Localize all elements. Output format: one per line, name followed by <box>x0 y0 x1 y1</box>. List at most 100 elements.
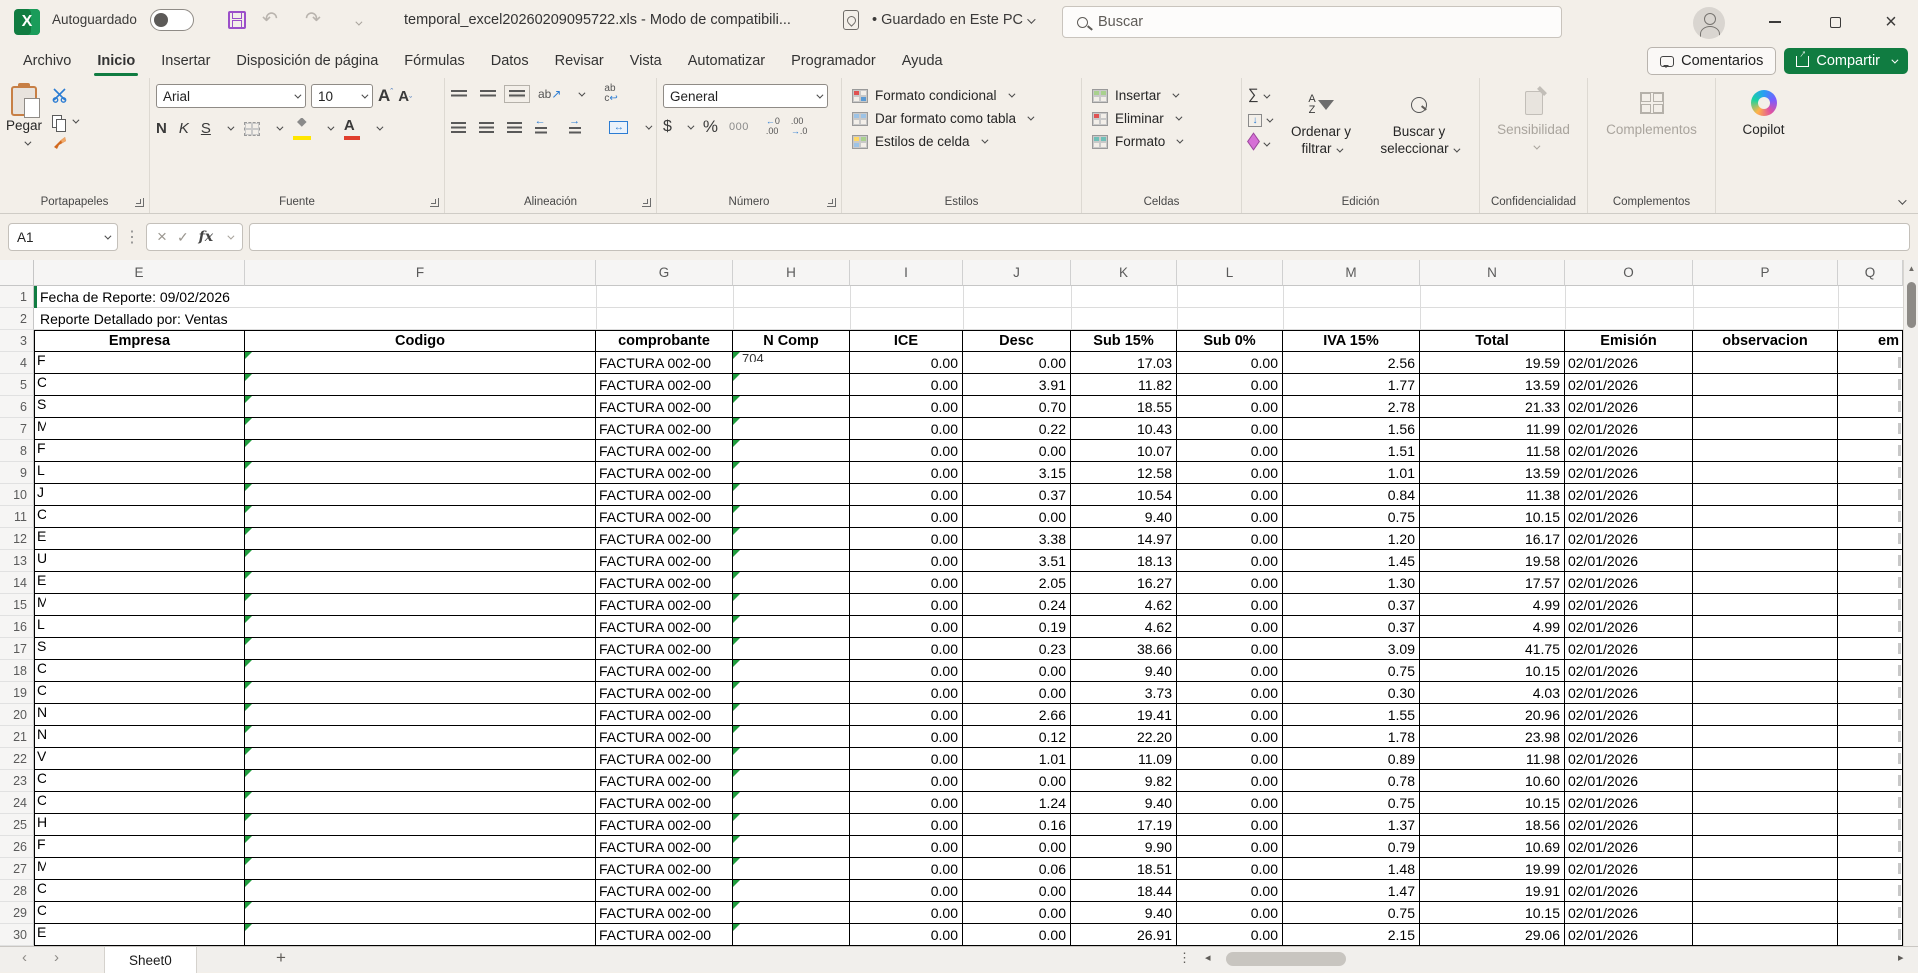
sensitivity-button[interactable]: Sensibilidad <box>1486 84 1581 155</box>
comprobante-cell[interactable]: FACTURA 002-00 <box>596 836 733 858</box>
extra-cell[interactable] <box>1838 924 1903 946</box>
emision-cell[interactable]: 02/01/2026 <box>1565 352 1693 374</box>
empresa-cell[interactable]: N <box>34 704 245 726</box>
fill-color-button[interactable] <box>293 117 311 140</box>
codigo-cell[interactable] <box>245 638 596 660</box>
iva15-cell[interactable]: 1.30 <box>1283 572 1420 594</box>
codigo-cell[interactable] <box>245 902 596 924</box>
tab-insertar[interactable]: Insertar <box>148 47 223 75</box>
comprobante-cell[interactable]: FACTURA 002-00 <box>596 770 733 792</box>
tab-vista[interactable]: Vista <box>617 47 675 75</box>
ncomp-cell[interactable] <box>733 660 850 682</box>
total-cell[interactable]: 19.99 <box>1420 858 1565 880</box>
ncomp-cell[interactable] <box>733 726 850 748</box>
add-sheet-icon[interactable]: + <box>276 948 286 968</box>
iva15-cell[interactable]: 1.47 <box>1283 880 1420 902</box>
total-cell[interactable]: 4.99 <box>1420 616 1565 638</box>
emision-cell[interactable]: 02/01/2026 <box>1565 792 1693 814</box>
copy-icon[interactable] <box>52 115 77 128</box>
empresa-cell[interactable]: S <box>34 396 245 418</box>
comprobante-cell[interactable]: FACTURA 002-00 <box>596 528 733 550</box>
iva15-cell[interactable]: 0.75 <box>1283 660 1420 682</box>
comprobante-cell[interactable]: FACTURA 002-00 <box>596 396 733 418</box>
iva15-cell[interactable]: 2.15 <box>1283 924 1420 946</box>
vertical-scroll-thumb[interactable] <box>1907 282 1916 328</box>
extra-cell[interactable] <box>1838 814 1903 836</box>
iva15-cell[interactable]: 0.75 <box>1283 792 1420 814</box>
comprobante-cell[interactable]: FACTURA 002-00 <box>596 616 733 638</box>
desc-cell[interactable]: 0.37 <box>963 484 1071 506</box>
comprobante-cell[interactable]: FACTURA 002-00 <box>596 418 733 440</box>
emision-cell[interactable]: 02/01/2026 <box>1565 814 1693 836</box>
total-cell[interactable]: 4.03 <box>1420 682 1565 704</box>
sub0-cell[interactable]: 0.00 <box>1177 638 1283 660</box>
row-header-25[interactable]: 25 <box>0 814 34 836</box>
horizontal-scrollbar[interactable] <box>1222 951 1892 967</box>
row-header-21[interactable]: 21 <box>0 726 34 748</box>
empresa-cell[interactable]: E <box>34 528 245 550</box>
extra-cell[interactable] <box>1838 748 1903 770</box>
fill-button[interactable]: ↓ <box>1248 110 1271 128</box>
iva15-cell[interactable]: 0.84 <box>1283 484 1420 506</box>
sub15-cell[interactable]: 18.55 <box>1071 396 1177 418</box>
ncomp-cell[interactable] <box>733 902 850 924</box>
column-header-N[interactable]: N <box>1420 260 1565 286</box>
sub15-cell[interactable]: 9.40 <box>1071 902 1177 924</box>
search-input[interactable]: Buscar <box>1062 6 1562 38</box>
observacion-cell[interactable] <box>1693 902 1838 924</box>
column-header-K[interactable]: K <box>1071 260 1177 286</box>
empresa-cell[interactable]: J <box>34 484 245 506</box>
empresa-cell[interactable]: C <box>34 792 245 814</box>
total-cell[interactable]: 11.38 <box>1420 484 1565 506</box>
codigo-cell[interactable] <box>245 836 596 858</box>
ice-cell[interactable]: 0.00 <box>850 924 963 946</box>
ncomp-cell[interactable] <box>733 550 850 572</box>
observacion-cell[interactable] <box>1693 726 1838 748</box>
row-header-1[interactable]: 1 <box>0 286 34 308</box>
emision-cell[interactable]: 02/01/2026 <box>1565 418 1693 440</box>
codigo-cell[interactable] <box>245 396 596 418</box>
sub0-cell[interactable]: 0.00 <box>1177 462 1283 484</box>
sub15-cell[interactable]: 10.54 <box>1071 484 1177 506</box>
ice-cell[interactable]: 0.00 <box>850 550 963 572</box>
empresa-cell[interactable]: C <box>34 880 245 902</box>
codigo-cell[interactable] <box>245 858 596 880</box>
sub0-cell[interactable]: 0.00 <box>1177 792 1283 814</box>
sheet-tab-active[interactable]: Sheet0 <box>104 947 197 973</box>
observacion-cell[interactable] <box>1693 770 1838 792</box>
empresa-cell[interactable]: M <box>34 594 245 616</box>
row-header-22[interactable]: 22 <box>0 748 34 770</box>
extra-cell[interactable] <box>1838 528 1903 550</box>
emision-cell[interactable]: 02/01/2026 <box>1565 726 1693 748</box>
row-header-30[interactable]: 30 <box>0 924 34 946</box>
codigo-cell[interactable] <box>245 484 596 506</box>
emision-cell[interactable]: 02/01/2026 <box>1565 374 1693 396</box>
clipboard-dialog-launcher[interactable] <box>135 198 144 207</box>
cancel-icon[interactable]: × <box>157 227 167 247</box>
sub15-cell[interactable]: 9.90 <box>1071 836 1177 858</box>
desc-cell[interactable]: 1.01 <box>963 748 1071 770</box>
desc-cell[interactable]: 0.00 <box>963 880 1071 902</box>
font-dialog-launcher[interactable] <box>430 198 439 207</box>
formula-bar-grip-icon[interactable]: ⋮ <box>124 227 140 247</box>
observacion-cell[interactable] <box>1693 462 1838 484</box>
desc-cell[interactable]: 0.00 <box>963 440 1071 462</box>
ncomp-cell[interactable] <box>733 836 850 858</box>
codigo-cell[interactable] <box>245 594 596 616</box>
observacion-cell[interactable] <box>1693 572 1838 594</box>
ncomp-cell[interactable] <box>733 594 850 616</box>
decrease-indent-button[interactable]: ← <box>535 115 556 139</box>
extra-cell[interactable] <box>1838 352 1903 374</box>
desc-cell[interactable]: 0.12 <box>963 726 1071 748</box>
minimize-button[interactable] <box>1752 0 1798 44</box>
sub0-cell[interactable]: 0.00 <box>1177 902 1283 924</box>
total-cell[interactable]: 11.58 <box>1420 440 1565 462</box>
codigo-cell[interactable] <box>245 704 596 726</box>
row-header-26[interactable]: 26 <box>0 836 34 858</box>
empresa-cell[interactable]: F <box>34 440 245 462</box>
comprobante-cell[interactable]: FACTURA 002-00 <box>596 440 733 462</box>
sub15-cell[interactable]: 11.09 <box>1071 748 1177 770</box>
close-button[interactable]: × <box>1868 0 1914 44</box>
ice-cell[interactable]: 0.00 <box>850 858 963 880</box>
desc-cell[interactable]: 1.24 <box>963 792 1071 814</box>
